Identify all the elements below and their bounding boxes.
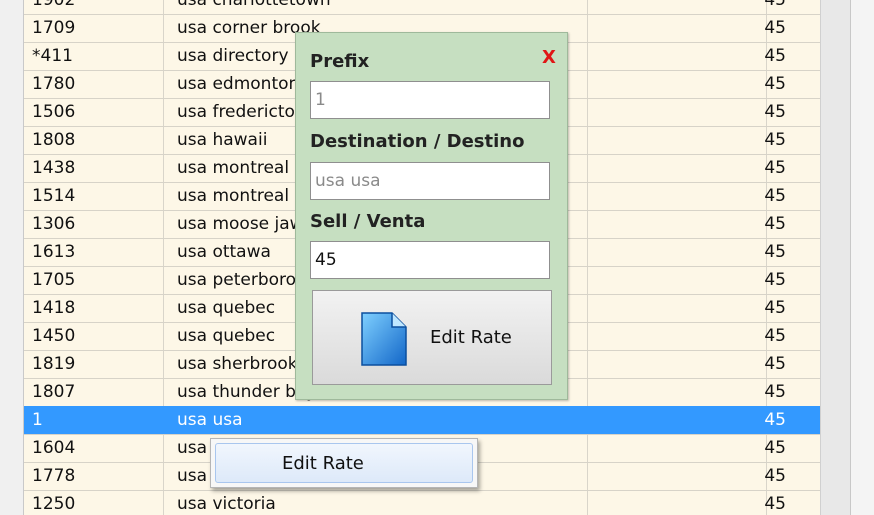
sell-cell: 45 — [764, 354, 786, 374]
edit-rate-button[interactable]: Edit Rate — [312, 290, 552, 385]
edit-rate-panel: Prefix X Destination / Destino Sell / Ve… — [295, 32, 568, 400]
prefix-field[interactable] — [310, 81, 550, 119]
window-left-edge — [0, 0, 24, 515]
prefix-cell: 1250 — [32, 494, 76, 514]
prefix-cell: *411 — [32, 46, 73, 66]
prefix-cell: 1450 — [32, 326, 76, 346]
context-menu-item-edit-rate[interactable]: Edit Rate — [215, 443, 473, 483]
prefix-cell: 1780 — [32, 74, 76, 94]
sell-cell: 45 — [764, 270, 786, 290]
prefix-cell: 1705 — [32, 270, 76, 290]
prefix-cell: 1438 — [32, 158, 76, 178]
sell-cell: 45 — [764, 130, 786, 150]
prefix-cell: 1 — [32, 410, 43, 430]
sell-cell: 45 — [764, 214, 786, 234]
context-menu: Edit Rate — [210, 438, 478, 488]
prefix-cell: 1808 — [32, 130, 76, 150]
destination-cell: usa usa — [177, 410, 243, 430]
grid-scrollbar[interactable] — [820, 0, 851, 515]
sell-cell: 45 — [764, 186, 786, 206]
context-menu-item-label: Edit Rate — [282, 453, 364, 474]
sell-cell: 45 — [764, 18, 786, 38]
edit-rate-button-label: Edit Rate — [430, 327, 512, 348]
prefix-cell: 1613 — [32, 242, 76, 262]
prefix-label: Prefix — [310, 51, 370, 72]
sell-cell: 45 — [764, 158, 786, 178]
table-row[interactable]: 1902 usa charlottetown 45 — [24, 0, 821, 15]
sell-cell: 45 — [764, 298, 786, 318]
sell-cell: 45 — [764, 102, 786, 122]
rates-window: 1902 usa charlottetown 45 1709 usa corner br… — [0, 0, 874, 515]
prefix-cell: 1807 — [32, 382, 76, 402]
sell-cell: 45 — [764, 494, 786, 514]
sell-cell: 45 — [764, 466, 786, 486]
sell-label: Sell / Venta — [310, 211, 426, 232]
table-row[interactable]: 1250 usa victoria 45 — [24, 490, 821, 515]
prefix-cell: 1819 — [32, 354, 76, 374]
prefix-cell: 1514 — [32, 186, 76, 206]
sell-cell: 45 — [764, 438, 786, 458]
destination-field[interactable] — [310, 162, 550, 200]
sell-cell: 45 — [764, 410, 786, 430]
document-icon — [361, 312, 407, 366]
sell-cell: 45 — [764, 74, 786, 94]
prefix-cell: 1306 — [32, 214, 76, 234]
sell-cell: 45 — [764, 0, 786, 10]
prefix-cell: 1418 — [32, 298, 76, 318]
table-row[interactable]: 1 usa usa 45 — [24, 406, 821, 435]
destination-cell: usa victoria — [177, 494, 276, 514]
destination-label: Destination / Destino — [310, 131, 525, 152]
sell-field[interactable] — [310, 241, 550, 279]
sell-cell: 45 — [764, 326, 786, 346]
close-icon[interactable]: X — [542, 47, 556, 68]
prefix-cell: 1902 — [32, 0, 76, 10]
prefix-cell: 1709 — [32, 18, 76, 38]
window-scrollbar[interactable] — [850, 0, 874, 515]
sell-cell: 45 — [764, 382, 786, 402]
sell-cell: 45 — [764, 242, 786, 262]
prefix-cell: 1604 — [32, 438, 76, 458]
prefix-cell: 1778 — [32, 466, 76, 486]
destination-cell: usa charlottetown — [177, 0, 331, 10]
prefix-cell: 1506 — [32, 102, 76, 122]
sell-cell: 45 — [764, 46, 786, 66]
